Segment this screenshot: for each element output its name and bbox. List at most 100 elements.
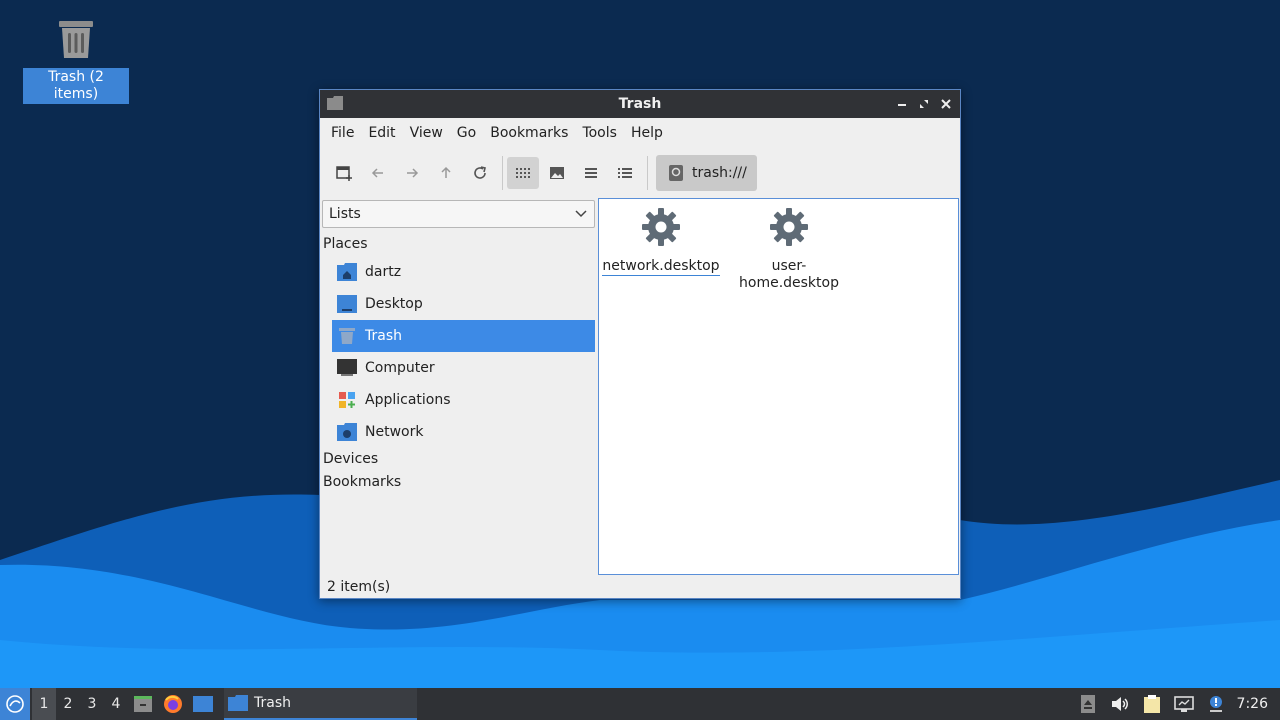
toolbar-separator bbox=[502, 156, 503, 190]
firefox-launcher[interactable] bbox=[158, 688, 188, 720]
desktop: Trash (2 items) Trash File Edit View Go … bbox=[0, 0, 1280, 720]
trash-icon bbox=[339, 328, 355, 344]
tray-updates-button[interactable] bbox=[1203, 688, 1229, 720]
maximize-button[interactable] bbox=[916, 96, 932, 112]
sidebar: Lists Places dartz Desktop Trash Compute… bbox=[320, 198, 598, 574]
gear-icon bbox=[770, 208, 808, 246]
sidebar-item-label: Computer bbox=[365, 360, 435, 376]
bookmarks-header[interactable]: Bookmarks bbox=[323, 474, 401, 490]
desktop-trash-label: Trash (2 items) bbox=[23, 68, 129, 104]
eject-icon bbox=[1080, 695, 1095, 713]
tray-eject-button[interactable] bbox=[1075, 688, 1101, 720]
detail-list-icon bbox=[618, 168, 632, 178]
sidebar-item-computer[interactable]: Computer bbox=[332, 352, 595, 384]
path-bar-label: trash:/// bbox=[692, 165, 747, 181]
menu-view[interactable]: View bbox=[403, 118, 450, 148]
new-tab-button[interactable] bbox=[328, 157, 360, 189]
compact-view-button[interactable] bbox=[575, 157, 607, 189]
grid-view-icon bbox=[516, 168, 530, 178]
close-button[interactable] bbox=[938, 96, 954, 112]
folder-icon bbox=[228, 695, 248, 711]
reload-button[interactable] bbox=[464, 157, 496, 189]
file-view[interactable]: network.desktop user- home.desktop bbox=[598, 198, 959, 575]
trash-icon bbox=[59, 21, 93, 58]
menu-file[interactable]: File bbox=[324, 118, 361, 148]
home-folder-icon bbox=[337, 263, 357, 281]
info-icon bbox=[1209, 696, 1222, 712]
workspace-3[interactable]: 3 bbox=[80, 688, 104, 720]
sidebar-item-desktop[interactable]: Desktop bbox=[332, 288, 595, 320]
desktop-trash[interactable]: Trash (2 items) bbox=[23, 18, 129, 104]
system-tray: 7:26 bbox=[1069, 688, 1280, 720]
window-titlebar[interactable]: Trash bbox=[320, 90, 960, 118]
clock[interactable]: 7:26 bbox=[1237, 696, 1268, 712]
network-folder-icon bbox=[337, 423, 357, 441]
sidebar-item-trash[interactable]: Trash bbox=[332, 320, 595, 352]
applications-icon bbox=[339, 392, 355, 408]
sidebar-item-label: Applications bbox=[365, 392, 451, 408]
forward-button[interactable] bbox=[396, 157, 428, 189]
network-wired-icon bbox=[1173, 696, 1194, 712]
thumbnail-view-button[interactable] bbox=[541, 157, 573, 189]
menu-bookmarks[interactable]: Bookmarks bbox=[483, 118, 575, 148]
chevron-down-icon bbox=[575, 210, 587, 218]
icon-view-button[interactable] bbox=[507, 157, 539, 189]
menubar: File Edit View Go Bookmarks Tools Help bbox=[320, 118, 960, 148]
sidebar-item-label: dartz bbox=[365, 264, 402, 280]
image-icon bbox=[550, 167, 564, 179]
file-manager-launcher[interactable] bbox=[128, 688, 158, 720]
trash-path-icon bbox=[669, 165, 683, 181]
file-item-user-home-desktop[interactable]: user- home.desktop bbox=[729, 205, 849, 292]
sidebar-item-dartz[interactable]: dartz bbox=[332, 256, 595, 288]
workspace-1[interactable]: 1 bbox=[32, 688, 56, 720]
places-header[interactable]: Places bbox=[323, 236, 368, 252]
sidebar-item-network[interactable]: Network bbox=[332, 416, 595, 448]
sidebar-item-label: Network bbox=[365, 424, 424, 440]
show-desktop-button[interactable] bbox=[188, 688, 218, 720]
sidebar-item-applications[interactable]: Applications bbox=[332, 384, 595, 416]
menu-go[interactable]: Go bbox=[450, 118, 483, 148]
close-icon bbox=[941, 99, 951, 109]
menu-edit[interactable]: Edit bbox=[361, 118, 402, 148]
file-name-line-1: user- bbox=[771, 258, 807, 274]
file-manager-window: Trash File Edit View Go Bookmarks Tools … bbox=[319, 89, 961, 599]
tray-volume-button[interactable] bbox=[1107, 688, 1133, 720]
file-name: network.desktop bbox=[602, 258, 720, 276]
workspace-4[interactable]: 4 bbox=[104, 688, 128, 720]
devices-header[interactable]: Devices bbox=[323, 451, 378, 467]
toolbar: trash:/// bbox=[320, 148, 960, 198]
start-menu-button[interactable] bbox=[0, 688, 30, 720]
gear-icon bbox=[642, 208, 680, 246]
speaker-icon bbox=[1111, 697, 1128, 711]
firefox-icon bbox=[164, 695, 182, 713]
arrow-up-icon bbox=[441, 166, 451, 178]
menu-help[interactable]: Help bbox=[624, 118, 670, 148]
taskbar-item-trash[interactable]: Trash bbox=[224, 688, 417, 720]
arrow-right-icon bbox=[407, 168, 419, 178]
computer-icon bbox=[337, 359, 357, 376]
status-bar: 2 item(s) bbox=[327, 579, 391, 595]
menu-tools[interactable]: Tools bbox=[575, 118, 624, 148]
sidebar-item-label: Trash bbox=[365, 328, 402, 344]
file-item-network-desktop[interactable]: network.desktop bbox=[601, 205, 721, 276]
desktop-folder-icon bbox=[337, 295, 357, 313]
new-tab-icon bbox=[336, 166, 352, 181]
taskbar-item-label: Trash bbox=[254, 695, 291, 711]
tray-clipboard-button[interactable] bbox=[1139, 688, 1165, 720]
sidebar-mode-value: Lists bbox=[329, 206, 361, 222]
sidebar-item-label: Desktop bbox=[365, 296, 423, 312]
desktop-icon bbox=[193, 696, 213, 712]
back-button[interactable] bbox=[362, 157, 394, 189]
tray-network-button[interactable] bbox=[1171, 688, 1197, 720]
up-button[interactable] bbox=[430, 157, 462, 189]
path-bar-button[interactable]: trash:/// bbox=[656, 155, 757, 191]
sidebar-mode-select[interactable]: Lists bbox=[322, 200, 595, 228]
workspace-2[interactable]: 2 bbox=[56, 688, 80, 720]
minimize-button[interactable] bbox=[894, 96, 910, 112]
lubuntu-logo-icon bbox=[6, 695, 24, 713]
detailed-view-button[interactable] bbox=[609, 157, 641, 189]
compact-list-icon bbox=[585, 168, 597, 178]
window-title: Trash bbox=[618, 96, 662, 112]
maximize-icon bbox=[920, 100, 928, 108]
minimize-icon bbox=[898, 104, 906, 106]
